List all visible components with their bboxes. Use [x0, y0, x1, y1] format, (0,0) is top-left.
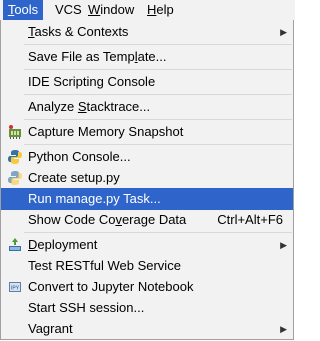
menu-item-analyze-stacktrace[interactable]: Analyze Stacktrace...	[1, 96, 293, 118]
menu-item-label: Save File as Template...	[28, 49, 167, 64]
menu-item-label: Show Code Coverage Data	[28, 212, 187, 227]
menu-item-label: Vagrant	[28, 321, 73, 336]
menu-item-label: Start SSH session...	[28, 300, 145, 315]
menu-item-label: Test RESTful Web Service	[28, 258, 181, 273]
menu-item-label: Capture Memory Snapshot	[28, 124, 184, 139]
python-icon	[8, 171, 22, 185]
python-icon	[8, 150, 22, 164]
menu-item-label: IDE Scripting Console	[28, 74, 156, 89]
menu-vcs[interactable]: VCS	[55, 0, 82, 20]
menu-item-run-manage-py-task[interactable]: Run manage.py Task...	[1, 188, 293, 210]
menu-item-ide-scripting-console[interactable]: IDE Scripting Console	[1, 71, 293, 93]
menu-item-shortcut: Ctrl+Alt+F6	[217, 212, 283, 227]
menu-separator	[24, 44, 292, 45]
menu-separator	[24, 69, 292, 70]
menu-tools[interactable]: Tools	[3, 0, 43, 20]
menu-window-label: indow	[100, 2, 135, 17]
menu-item-tasks-contexts[interactable]: Tasks & Contexts ▶	[1, 21, 293, 43]
menu-item-label: Python Console...	[28, 149, 131, 164]
menu-help[interactable]: Help	[147, 0, 174, 20]
menu-item-label: Convert to Jupyter Notebook	[28, 279, 194, 294]
menu-separator	[24, 119, 292, 120]
menu-tools-label: ools	[14, 2, 39, 17]
menu-separator	[24, 144, 292, 145]
menu-item-show-code-coverage-data[interactable]: Show Code Coverage Data Ctrl+Alt+F6	[1, 209, 293, 231]
menu-item-vagrant[interactable]: Vagrant ▶	[1, 318, 293, 340]
menu-bar: Tools VCS Window Help	[0, 0, 295, 20]
svg-text:IPY: IPY	[11, 286, 20, 292]
menu-item-capture-memory-snapshot[interactable]: Capture Memory Snapshot	[1, 121, 293, 143]
menu-window-mnemonic: W	[88, 2, 101, 17]
deployment-icon	[9, 238, 21, 251]
menu-item-deployment[interactable]: Deployment ▶	[1, 234, 293, 256]
menu-item-label: Run manage.py Task...	[28, 191, 161, 206]
jupyter-icon: IPY	[9, 282, 21, 292]
menu-item-start-ssh-session[interactable]: Start SSH session...	[1, 297, 293, 319]
menu-item-python-console[interactable]: Python Console...	[1, 146, 293, 168]
submenu-arrow-icon: ▶	[280, 27, 287, 37]
menu-item-convert-to-jupyter-notebook[interactable]: IPY Convert to Jupyter Notebook	[1, 276, 293, 298]
menu-separator	[24, 94, 292, 95]
memory-snapshot-icon	[9, 125, 21, 139]
menu-item-label: Create setup.py	[28, 170, 120, 185]
menu-help-mnemonic: H	[147, 2, 157, 17]
menu-item-save-file-as-template[interactable]: Save File as Template...	[1, 46, 293, 68]
menu-item-create-setup-py[interactable]: Create setup.py	[1, 167, 293, 189]
menu-window[interactable]: Window	[88, 0, 134, 20]
menu-item-label: Analyze Stacktrace...	[28, 99, 151, 114]
menu-separator	[24, 232, 292, 233]
submenu-arrow-icon: ▶	[280, 324, 287, 334]
menu-help-label: elp	[156, 2, 174, 17]
submenu-arrow-icon: ▶	[280, 240, 287, 250]
menu-item-label: Tasks & Contexts	[28, 24, 129, 39]
menu-item-test-restful-web-service[interactable]: Test RESTful Web Service	[1, 255, 293, 277]
menu-item-label: Deployment	[28, 237, 98, 252]
